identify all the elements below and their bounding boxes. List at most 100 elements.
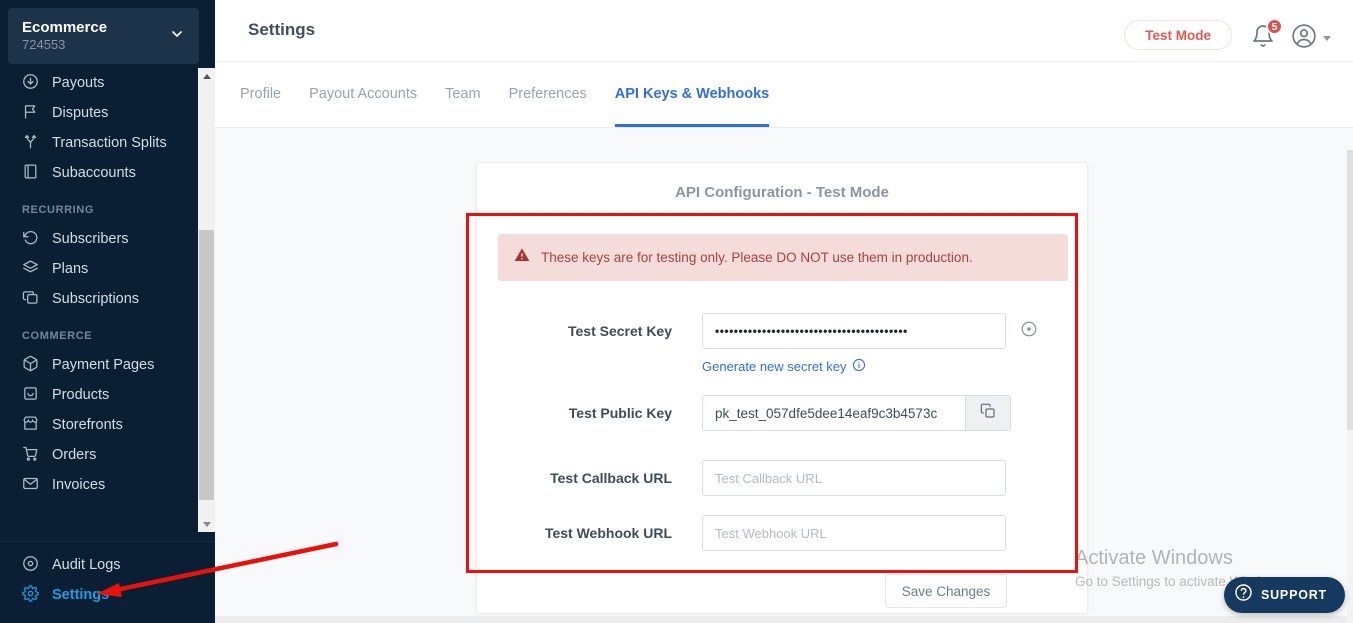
top-bar: Settings Test Mode 5 [215,0,1353,62]
sidebar-item-label: Orders [52,447,96,463]
generate-secret-key-label: Generate new secret key [702,359,847,374]
sidebar-item-label: Transaction Splits [52,135,167,151]
flag-icon [22,103,39,124]
section-label-recurring: RECURRING [22,204,198,216]
webhook-url-input[interactable] [702,515,1006,551]
content-area: API Configuration - Test Mode These keys… [215,128,1353,623]
tab-preferences[interactable]: Preferences [509,62,587,127]
page-title: Settings [248,20,315,40]
sidebar-item-label: Payouts [52,75,104,91]
sidebar-scrollbar-thumb[interactable] [199,230,214,500]
scroll-down-icon[interactable] [198,516,215,532]
sidebar-item-products[interactable]: Products [0,380,198,410]
section-label-commerce: COMMERCE [22,330,198,342]
sidebar-item-subaccounts[interactable]: Subaccounts [0,158,198,188]
split-arrows-icon [22,133,39,154]
test-mode-label: Test Mode [1145,28,1211,43]
sidebar-item-label: Payment Pages [52,357,154,373]
tab-payout-accounts[interactable]: Payout Accounts [309,62,417,127]
sidebar-item-payment-pages[interactable]: Payment Pages [0,350,198,380]
package-icon [22,355,39,376]
product-box-icon [22,385,39,406]
chevron-down-icon [169,26,185,47]
sidebar-item-storefronts[interactable]: Storefronts [0,410,198,440]
callback-url-input[interactable] [702,460,1006,496]
caret-down-icon [1323,36,1331,41]
sidebar-item-label: Storefronts [52,417,123,433]
test-mode-button[interactable]: Test Mode [1124,20,1232,50]
sidebar-nav: Payouts Disputes Transaction Splits Suba… [0,68,198,532]
sidebar-item-disputes[interactable]: Disputes [0,98,198,128]
generate-secret-key-link[interactable]: Generate new secret key [702,358,866,375]
sidebar-item-label: Subscribers [52,231,129,247]
public-key-label: Test Public Key [477,405,672,421]
sidebar-item-label: Settings [52,587,109,603]
public-key-row: Test Public Key [477,395,1011,431]
public-key-field[interactable] [702,395,966,431]
scroll-up-icon[interactable] [198,68,215,84]
sidebar-item-label: Products [52,387,109,403]
avatar-icon [1291,23,1317,54]
tab-profile[interactable]: Profile [240,62,281,127]
callback-url-label: Test Callback URL [477,470,672,486]
tab-api-keys-webhooks[interactable]: API Keys & Webhooks [615,62,769,127]
support-label: SUPPORT [1261,588,1327,602]
envelope-icon [22,475,39,496]
info-icon [852,358,866,375]
support-button[interactable]: SUPPORT [1224,577,1345,613]
question-circle-icon [1234,583,1253,607]
workspace-switcher[interactable]: Ecommerce 724553 [8,8,199,64]
watermark-line1: Activate Windows [1075,547,1284,570]
tab-team[interactable]: Team [445,62,480,127]
sidebar-item-label: Audit Logs [52,557,121,573]
save-changes-button[interactable]: Save Changes [885,574,1007,608]
sidebar-item-label: Subscriptions [52,291,139,307]
copy-public-key-button[interactable] [966,395,1011,431]
sidebar-item-label: Subaccounts [52,165,136,181]
sidebar-item-transaction-splits[interactable]: Transaction Splits [0,128,198,158]
sidebar-item-payouts[interactable]: Payouts [0,68,198,98]
bottom-strip [215,616,1353,623]
account-menu[interactable] [1291,23,1331,54]
api-config-card: API Configuration - Test Mode These keys… [476,162,1088,614]
gear-icon [22,585,39,606]
rotate-ccw-icon [22,229,39,250]
sidebar-scrollbar[interactable] [198,68,215,532]
settings-tabs: Profile Payout Accounts Team Preferences… [215,62,1353,128]
reveal-secret-button[interactable] [1020,320,1038,343]
warning-triangle-icon [514,247,530,268]
card-title: API Configuration - Test Mode [477,184,1087,201]
sidebar: Ecommerce 724553 Payouts Disputes Transa… [0,0,215,623]
eye-circle-icon [22,555,39,576]
sidebar-item-orders[interactable]: Orders [0,440,198,470]
cart-icon [22,445,39,466]
warning-text: These keys are for testing only. Please … [541,250,973,265]
sidebar-item-label: Plans [52,261,88,277]
secret-key-field[interactable]: ••••••••••••••••••••••••••••••••••••••••… [702,313,1006,349]
page-scrollbar-thumb[interactable] [1347,150,1353,430]
warning-banner: These keys are for testing only. Please … [498,234,1068,281]
secret-key-label: Test Secret Key [477,323,672,339]
sidebar-item-settings[interactable]: Settings [0,580,215,610]
main-area: Settings Test Mode 5 Profile Payout Acco… [215,0,1353,623]
eye-icon [1020,320,1038,343]
notifications-button[interactable]: 5 [1251,24,1277,50]
book-icon [22,163,39,184]
page-scrollbar[interactable] [1347,150,1353,623]
layers-icon [22,259,39,280]
cards-icon [22,289,39,310]
callback-url-row: Test Callback URL [477,460,1006,496]
workspace-id: 724553 [22,37,107,54]
copy-icon [980,403,996,424]
sidebar-footer: Audit Logs Settings [0,541,215,610]
secret-key-row: Test Secret Key ••••••••••••••••••••••••… [477,313,1038,349]
sidebar-item-subscriptions[interactable]: Subscriptions [0,284,198,314]
sidebar-item-plans[interactable]: Plans [0,254,198,284]
payouts-icon [22,73,39,94]
sidebar-item-label: Invoices [52,477,105,493]
workspace-name: Ecommerce [22,18,107,38]
sidebar-item-audit-logs[interactable]: Audit Logs [0,550,215,580]
sidebar-item-subscribers[interactable]: Subscribers [0,224,198,254]
notification-badge: 5 [1266,18,1283,35]
sidebar-item-invoices[interactable]: Invoices [0,470,198,500]
